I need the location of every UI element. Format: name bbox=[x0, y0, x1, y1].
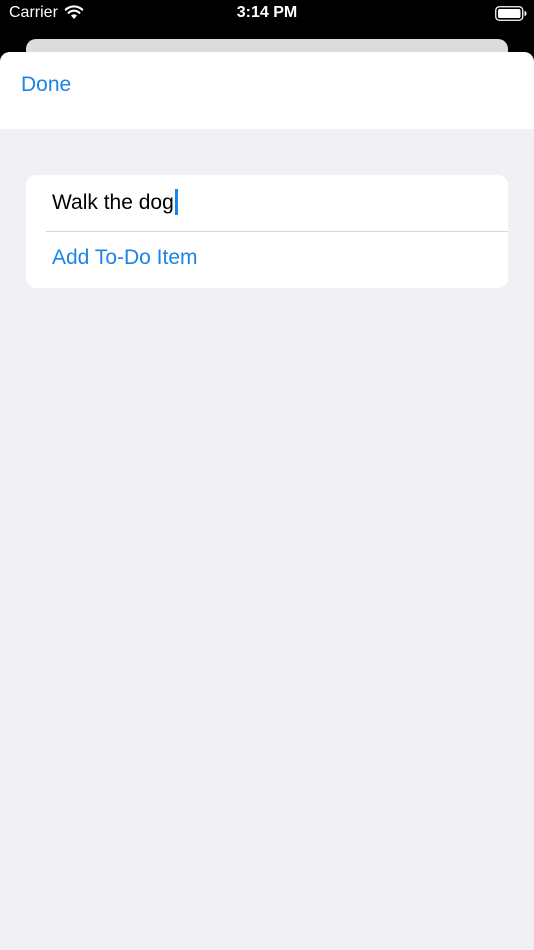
modal-sheet: Done Walk the dog Add To-Do Item bbox=[0, 52, 534, 950]
add-todo-item-button[interactable]: Add To-Do Item bbox=[52, 246, 198, 270]
todo-text-value: Walk the dog bbox=[52, 191, 174, 214]
todo-text-field[interactable]: Walk the dog bbox=[52, 189, 178, 215]
battery-icon bbox=[495, 6, 527, 21]
status-time: 3:14 PM bbox=[236, 4, 298, 21]
row-separator bbox=[46, 231, 508, 232]
todo-form-card: Walk the dog Add To-Do Item bbox=[26, 175, 508, 288]
text-cursor bbox=[174, 189, 178, 215]
done-button[interactable]: Done bbox=[21, 73, 71, 97]
navigation-bar: Done bbox=[0, 52, 534, 129]
status-bar: Carrier 3:14 PM bbox=[0, 0, 534, 30]
